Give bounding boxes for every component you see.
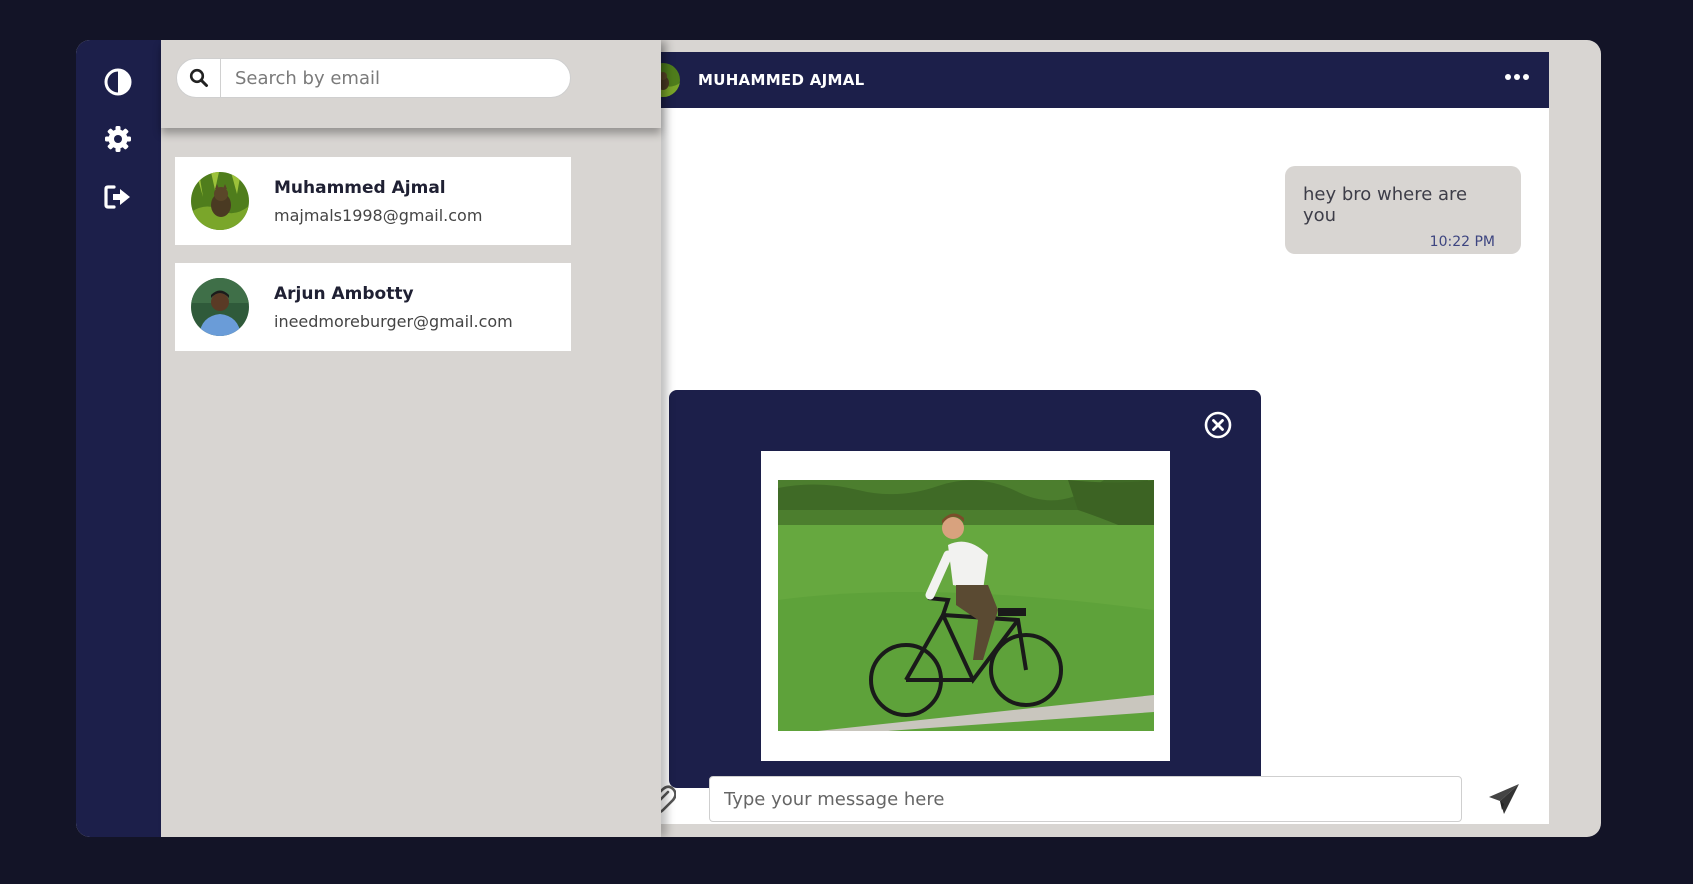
contact-item-arjun-ambotty[interactable]: Arjun Ambotty ineedmoreburger@gmail.com xyxy=(175,263,571,351)
contact-email: majmals1998@gmail.com xyxy=(274,205,483,225)
icon-rail xyxy=(76,40,161,837)
image-preview-panel xyxy=(669,390,1261,788)
message-input[interactable] xyxy=(709,776,1462,822)
message-bubble: hey bro where are you 10:22 PM xyxy=(1285,166,1521,254)
settings-button[interactable] xyxy=(102,123,134,155)
logout-button[interactable] xyxy=(102,181,134,213)
chat-contact-title: MUHAMMED AJMAL xyxy=(698,71,865,89)
avatar xyxy=(191,172,249,230)
chat-header: MUHAMMED AJMAL xyxy=(618,52,1549,108)
contact-email: ineedmoreburger@gmail.com xyxy=(274,311,513,331)
contacts-panel: Muhammed Ajmal majmals1998@gmail.com Arj… xyxy=(161,40,661,837)
search-box xyxy=(176,58,571,98)
contact-name: Arjun Ambotty xyxy=(274,283,414,304)
chat-panel: MUHAMMED AJMAL hey bro where are you 10:… xyxy=(618,52,1549,824)
search-button[interactable] xyxy=(177,59,221,97)
theme-toggle-button[interactable] xyxy=(102,66,134,98)
theme-toggle-icon xyxy=(104,68,132,96)
search-icon xyxy=(189,68,208,87)
contact-item-muhammed-ajmal[interactable]: Muhammed Ajmal majmals1998@gmail.com xyxy=(175,157,571,245)
message-text: hey bro where are you xyxy=(1303,184,1468,226)
image-preview-frame xyxy=(761,451,1170,761)
logout-icon xyxy=(104,185,130,209)
more-dots-icon xyxy=(1505,74,1511,80)
avatar xyxy=(191,278,249,336)
send-icon[interactable] xyxy=(1487,782,1521,816)
search-input[interactable] xyxy=(221,59,570,97)
message-time: 10:22 PM xyxy=(1429,234,1495,250)
preview-image xyxy=(778,480,1154,731)
search-bar-area xyxy=(161,40,661,128)
more-options-button[interactable] xyxy=(1505,74,1529,80)
message-composer xyxy=(618,776,1549,824)
contact-name: Muhammed Ajmal xyxy=(274,177,446,198)
more-dot xyxy=(1514,74,1520,80)
more-dot xyxy=(1523,74,1529,80)
close-icon[interactable] xyxy=(1203,410,1233,440)
settings-gear-icon xyxy=(105,126,131,152)
chat-app-window: Muhammed Ajmal majmals1998@gmail.com Arj… xyxy=(76,40,1601,837)
